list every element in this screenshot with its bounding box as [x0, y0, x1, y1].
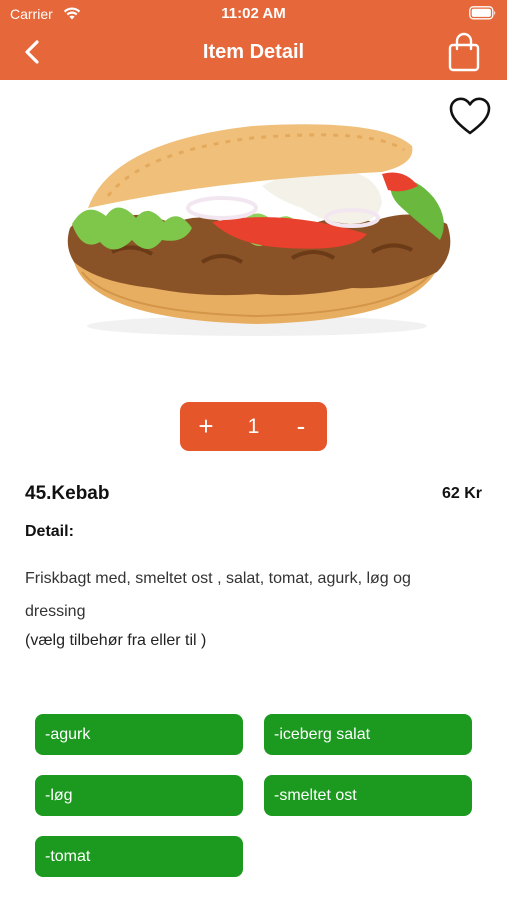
page-title: Item Detail [202, 41, 305, 63]
battery-icon [469, 6, 496, 20]
quantity-stepper: + 1 - [180, 402, 327, 451]
option-log-button[interactable]: -løg [35, 775, 243, 816]
status-bar: Carrier 11:02 AM [0, 0, 507, 28]
status-time: 11:02 AM [221, 5, 286, 22]
item-name: 45.Kebab [25, 483, 110, 504]
option-iceberg-salat-button[interactable]: -iceberg salat [264, 714, 472, 755]
option-smeltet-ost-button[interactable]: -smeltet ost [264, 775, 472, 816]
quantity-increase-button[interactable]: + [182, 402, 230, 451]
detail-heading: Detail: [25, 523, 74, 540]
item-note: (vælg tilbehør fra eller til ) [25, 632, 207, 649]
option-agurk-button[interactable]: -agurk [35, 714, 243, 755]
nav-bar: Carrier 11:02 AM Item Detail [0, 0, 507, 80]
shopping-bag-icon[interactable] [448, 32, 480, 72]
kebab-product-image [67, 124, 451, 336]
quantity-value: 1 [247, 414, 260, 438]
option-tomat-button[interactable]: -tomat [35, 836, 243, 877]
item-price: 62 Kr [441, 485, 482, 502]
quantity-decrease-button[interactable]: - [277, 402, 325, 451]
item-description: Friskbagt med, smeltet ost , salat, toma… [25, 570, 411, 620]
